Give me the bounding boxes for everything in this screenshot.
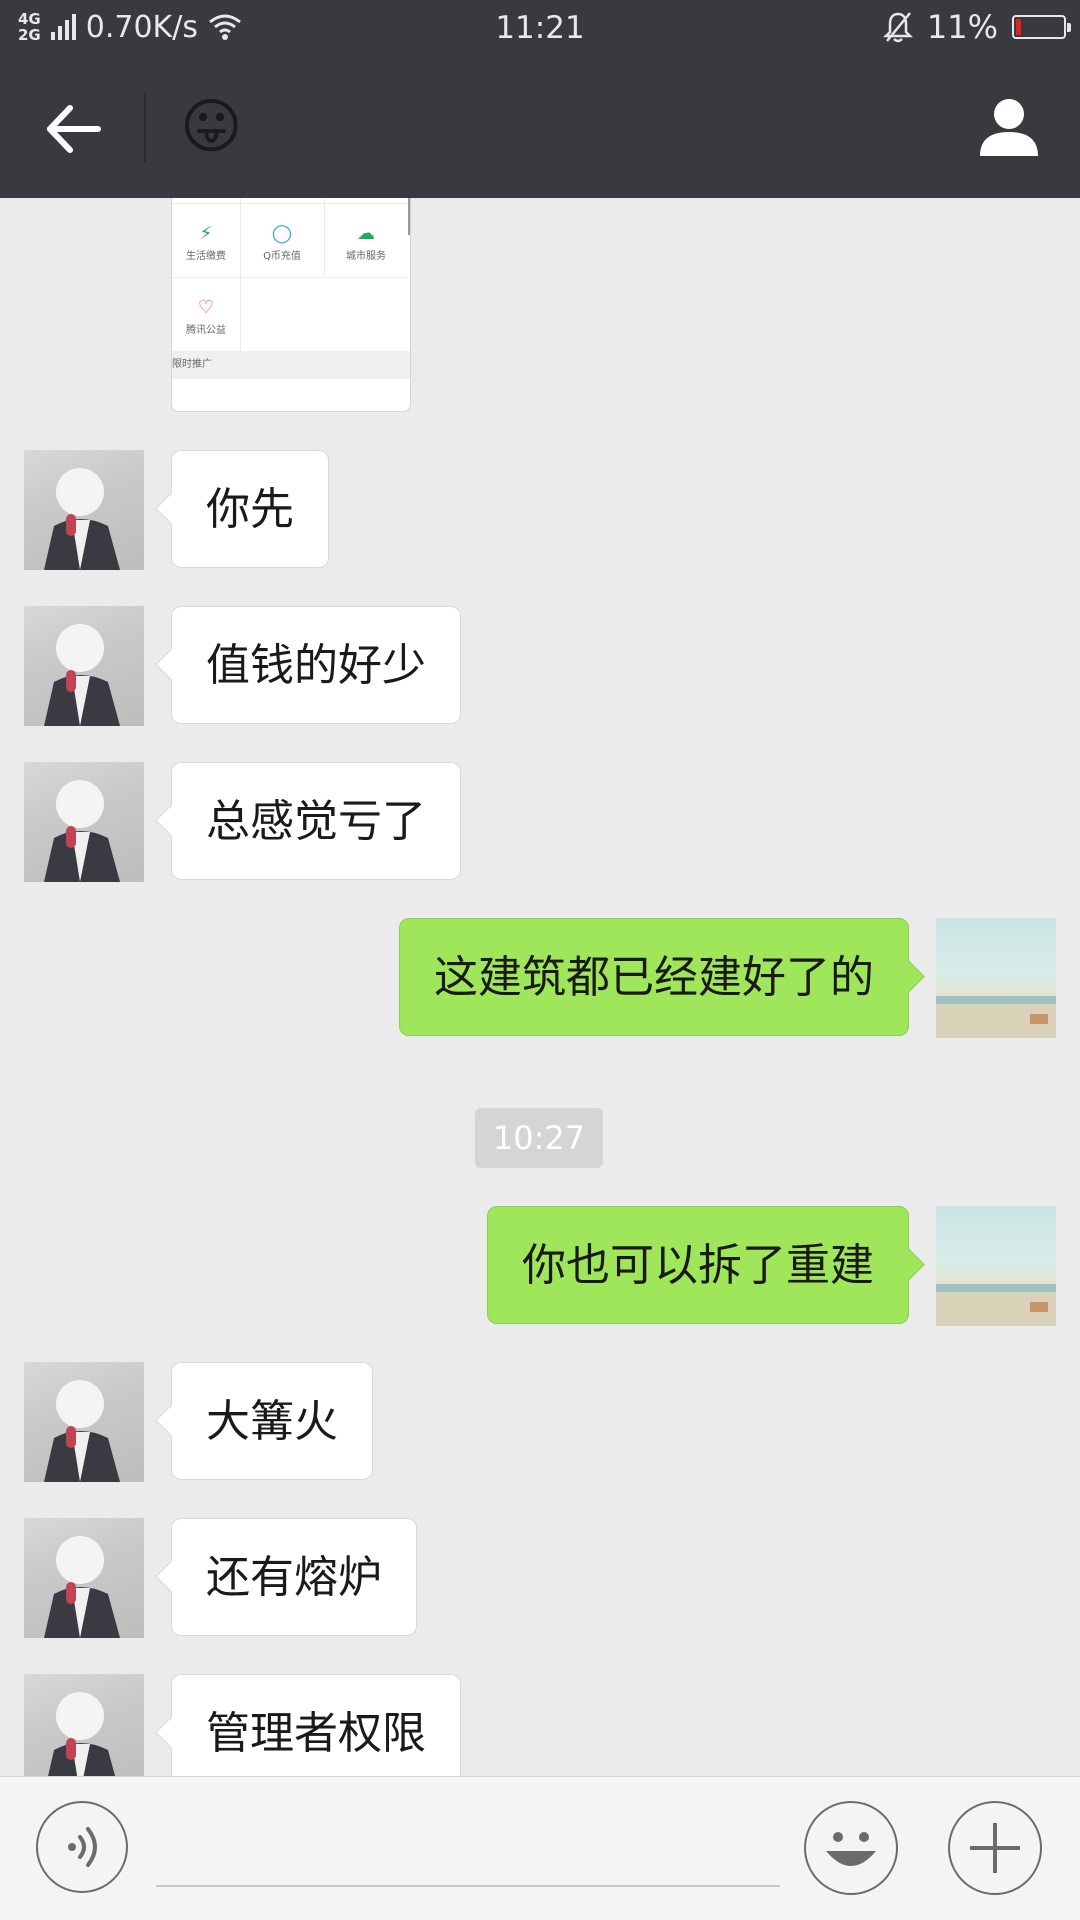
smiley-icon bbox=[826, 1832, 876, 1866]
battery-icon bbox=[1012, 15, 1071, 39]
avatar-illustration bbox=[48, 1692, 116, 1776]
my-avatar[interactable] bbox=[936, 1206, 1056, 1326]
message-bubble[interactable]: 总感觉亏了 bbox=[171, 762, 461, 880]
chat-header: 😛 bbox=[0, 54, 1080, 198]
message-bubble[interactable]: 管理者权限 bbox=[171, 1674, 461, 1776]
plus-icon bbox=[970, 1823, 1020, 1873]
avatar-illustration bbox=[44, 1380, 120, 1482]
my-avatar[interactable] bbox=[936, 918, 1056, 1038]
promo-section-label: 限时推广 bbox=[172, 351, 410, 379]
voice-icon bbox=[68, 1827, 97, 1867]
chat-area[interactable]: ⚡ 生活缴费 ◯ Q币充值 ☁ 城市服务 ♡ 腾讯公益 限时推广 你先 值钱的好… bbox=[0, 198, 1080, 1776]
service-label: 生活缴费 bbox=[186, 251, 226, 262]
city-icon: ☁ bbox=[357, 223, 375, 244]
service-item: ⚡ 生活缴费 bbox=[172, 203, 248, 277]
contact-avatar[interactable] bbox=[24, 1362, 144, 1482]
shared-image[interactable]: ⚡ 生活缴费 ◯ Q币充值 ☁ 城市服务 ♡ 腾讯公益 限时推广 bbox=[171, 198, 411, 412]
contact-avatar[interactable] bbox=[24, 762, 144, 882]
message-bubble[interactable]: 你也可以拆了重建 bbox=[487, 1206, 909, 1324]
message-bubble[interactable]: 你先 bbox=[171, 450, 329, 568]
avatar-illustration bbox=[44, 780, 120, 882]
status-right: 11% bbox=[882, 0, 1071, 54]
contact-avatar[interactable] bbox=[24, 1518, 144, 1638]
header-divider bbox=[144, 92, 146, 162]
service-item: ♡ 腾讯公益 bbox=[172, 277, 248, 351]
message-bubble[interactable]: 这建筑都已经建好了的 bbox=[399, 918, 909, 1036]
message-timestamp: 10:27 bbox=[475, 1108, 603, 1168]
lightning-icon: ⚡ bbox=[199, 223, 213, 244]
service-label: 腾讯公益 bbox=[186, 325, 226, 336]
service-item: ◯ Q币充值 bbox=[240, 203, 324, 277]
message-bubble[interactable]: 还有熔炉 bbox=[171, 1518, 417, 1636]
avatar-illustration bbox=[44, 468, 120, 570]
bell-muted-icon bbox=[882, 12, 913, 43]
status-bar: 4G 2G 0.70K/s 11:21 11% bbox=[0, 0, 1080, 54]
penguin-icon: ◯ bbox=[271, 223, 293, 244]
chat-title-emoji: 😛 bbox=[180, 92, 243, 162]
service-label: Q币充值 bbox=[263, 251, 301, 262]
battery-level bbox=[1016, 19, 1021, 35]
input-bar bbox=[0, 1776, 1080, 1920]
service-item: ☁ 城市服务 bbox=[324, 203, 408, 277]
contact-avatar[interactable] bbox=[24, 1674, 144, 1776]
avatar-illustration bbox=[936, 996, 1056, 1038]
message-bubble[interactable]: 大篝火 bbox=[171, 1362, 373, 1480]
person-icon[interactable] bbox=[976, 94, 1042, 160]
message-input[interactable] bbox=[156, 1807, 780, 1887]
heart-icon: ♡ bbox=[197, 297, 215, 318]
contact-avatar[interactable] bbox=[24, 450, 144, 570]
service-label: 城市服务 bbox=[346, 251, 386, 262]
voice-button[interactable] bbox=[36, 1801, 128, 1893]
avatar-illustration bbox=[44, 624, 120, 726]
contact-avatar[interactable] bbox=[24, 606, 144, 726]
arrow-left-icon[interactable] bbox=[40, 96, 106, 162]
emoji-button[interactable] bbox=[804, 1801, 898, 1895]
battery-percent: 11% bbox=[926, 8, 998, 46]
plus-button[interactable] bbox=[948, 1801, 1042, 1895]
scrollbar bbox=[408, 198, 410, 235]
avatar-illustration bbox=[936, 1284, 1056, 1326]
avatar-illustration bbox=[44, 1536, 120, 1638]
message-bubble[interactable]: 值钱的好少 bbox=[171, 606, 461, 724]
